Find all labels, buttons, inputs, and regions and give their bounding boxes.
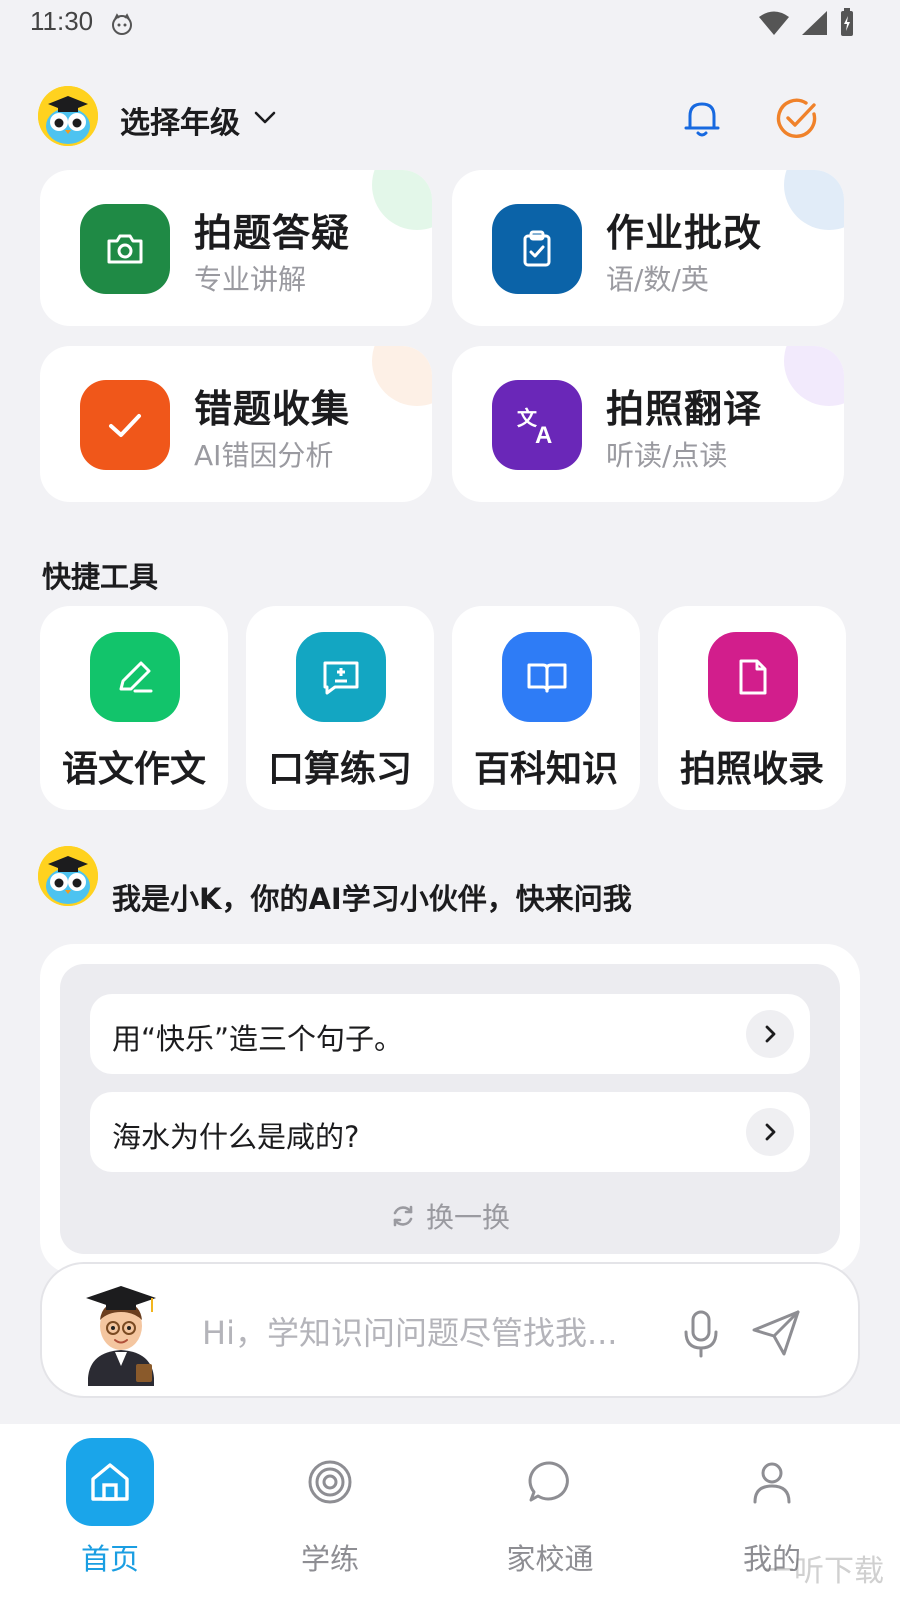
pencil-icon bbox=[90, 632, 180, 722]
chevron-right-icon bbox=[746, 1108, 794, 1156]
translate-icon: 文A bbox=[492, 380, 582, 470]
tool-label: 口算练习 bbox=[267, 749, 412, 790]
target-icon bbox=[286, 1438, 374, 1526]
refresh-icon bbox=[393, 1205, 413, 1227]
feature-title: 拍照翻译 bbox=[606, 387, 763, 431]
tool-label: 拍照收录 bbox=[679, 749, 824, 790]
bell-icon[interactable] bbox=[680, 96, 724, 140]
book-icon bbox=[502, 632, 592, 722]
card-decoration bbox=[372, 346, 432, 406]
card-decoration bbox=[372, 170, 432, 230]
refresh-button[interactable]: 换一换 bbox=[60, 1196, 840, 1236]
tool-encyclopedia[interactable]: 百科知识 bbox=[452, 606, 640, 810]
microphone-icon[interactable] bbox=[678, 1308, 724, 1358]
nav-label: 首页 bbox=[80, 1542, 139, 1576]
calc-message-icon bbox=[296, 632, 386, 722]
nav-home-school[interactable]: 家校通 bbox=[460, 1438, 640, 1578]
signal-icon bbox=[802, 11, 827, 35]
nav-practice[interactable]: 学练 bbox=[240, 1438, 420, 1578]
tool-composition[interactable]: 语文作文 bbox=[40, 606, 228, 810]
cat-notification-icon bbox=[112, 13, 132, 35]
owl-mascot-icon bbox=[38, 86, 98, 146]
send-icon[interactable] bbox=[750, 1308, 802, 1358]
tool-arithmetic[interactable]: 口算练习 bbox=[246, 606, 434, 810]
suggested-questions-panel: 用“快乐”造三个句子。 海水为什么是咸的? 换一换 bbox=[60, 964, 840, 1254]
document-icon bbox=[708, 632, 798, 722]
tool-label: 语文作文 bbox=[61, 749, 206, 790]
chat-input-bar[interactable]: Hi，学知识问问题尽管找我... bbox=[40, 1262, 860, 1398]
status-time: 11:30 bbox=[30, 6, 94, 36]
feature-title: 作业批改 bbox=[606, 211, 763, 255]
tool-photo-record[interactable]: 拍照收录 bbox=[658, 606, 846, 810]
question-text: 用“快乐”造三个句子。 bbox=[112, 1022, 404, 1056]
feature-title: 错题收集 bbox=[194, 387, 351, 431]
feature-subtitle: 专业讲解 bbox=[194, 263, 307, 296]
tutor-mascot-icon bbox=[86, 1286, 156, 1386]
owl-avatar-small bbox=[38, 846, 98, 906]
feature-subtitle: AI错因分析 bbox=[194, 439, 334, 472]
owl-avatar[interactable] bbox=[38, 86, 98, 146]
check-icon bbox=[80, 380, 170, 470]
feature-subtitle: 听读/点读 bbox=[606, 439, 728, 472]
wifi-icon bbox=[759, 11, 789, 35]
watermark: 一听下载 bbox=[764, 1554, 884, 1589]
chevron-down-icon[interactable] bbox=[252, 104, 278, 130]
feature-card-translate[interactable]: 文A 拍照翻译 听读/点读 bbox=[452, 346, 844, 502]
battery-icon bbox=[841, 8, 853, 36]
feature-card-mistakes[interactable]: 错题收集 AI错因分析 bbox=[40, 346, 432, 502]
quick-tools-title: 快捷工具 bbox=[42, 560, 159, 594]
feature-card-homework[interactable]: 作业批改 语/数/英 bbox=[452, 170, 844, 326]
refresh-label: 换一换 bbox=[425, 1201, 510, 1234]
suggested-question[interactable]: 用“快乐”造三个句子。 bbox=[90, 994, 810, 1074]
suggested-questions-card: 用“快乐”造三个句子。 海水为什么是咸的? 换一换 bbox=[40, 944, 860, 1274]
assistant-intro: 我是小K，你的AI学习小伙伴，快来问我 bbox=[112, 882, 632, 916]
owl-mascot-icon bbox=[38, 846, 98, 906]
svg-text:A: A bbox=[535, 422, 552, 449]
card-decoration bbox=[784, 346, 844, 406]
card-decoration bbox=[784, 170, 844, 230]
chat-input-placeholder: Hi，学知识问问题尽管找我... bbox=[202, 1314, 618, 1352]
camera-icon bbox=[80, 204, 170, 294]
feature-title: 拍题答疑 bbox=[194, 211, 351, 255]
nav-label: 学练 bbox=[300, 1542, 359, 1576]
grade-selector[interactable]: 选择年级 bbox=[120, 98, 240, 142]
user-icon bbox=[728, 1438, 816, 1526]
chevron-right-icon bbox=[746, 1010, 794, 1058]
status-icons bbox=[758, 8, 856, 38]
clipboard-check-icon bbox=[492, 204, 582, 294]
tool-label: 百科知识 bbox=[473, 749, 618, 790]
feature-card-photo-qa[interactable]: 拍题答疑 专业讲解 bbox=[40, 170, 432, 326]
feature-subtitle: 语/数/英 bbox=[606, 263, 709, 296]
chat-bubble-icon bbox=[506, 1438, 594, 1526]
question-text: 海水为什么是咸的? bbox=[112, 1120, 360, 1154]
home-icon bbox=[66, 1438, 154, 1526]
checkin-icon[interactable] bbox=[774, 96, 820, 142]
suggested-question[interactable]: 海水为什么是咸的? bbox=[90, 1092, 810, 1172]
nav-label: 家校通 bbox=[506, 1542, 594, 1576]
nav-home[interactable]: 首页 bbox=[20, 1438, 200, 1578]
